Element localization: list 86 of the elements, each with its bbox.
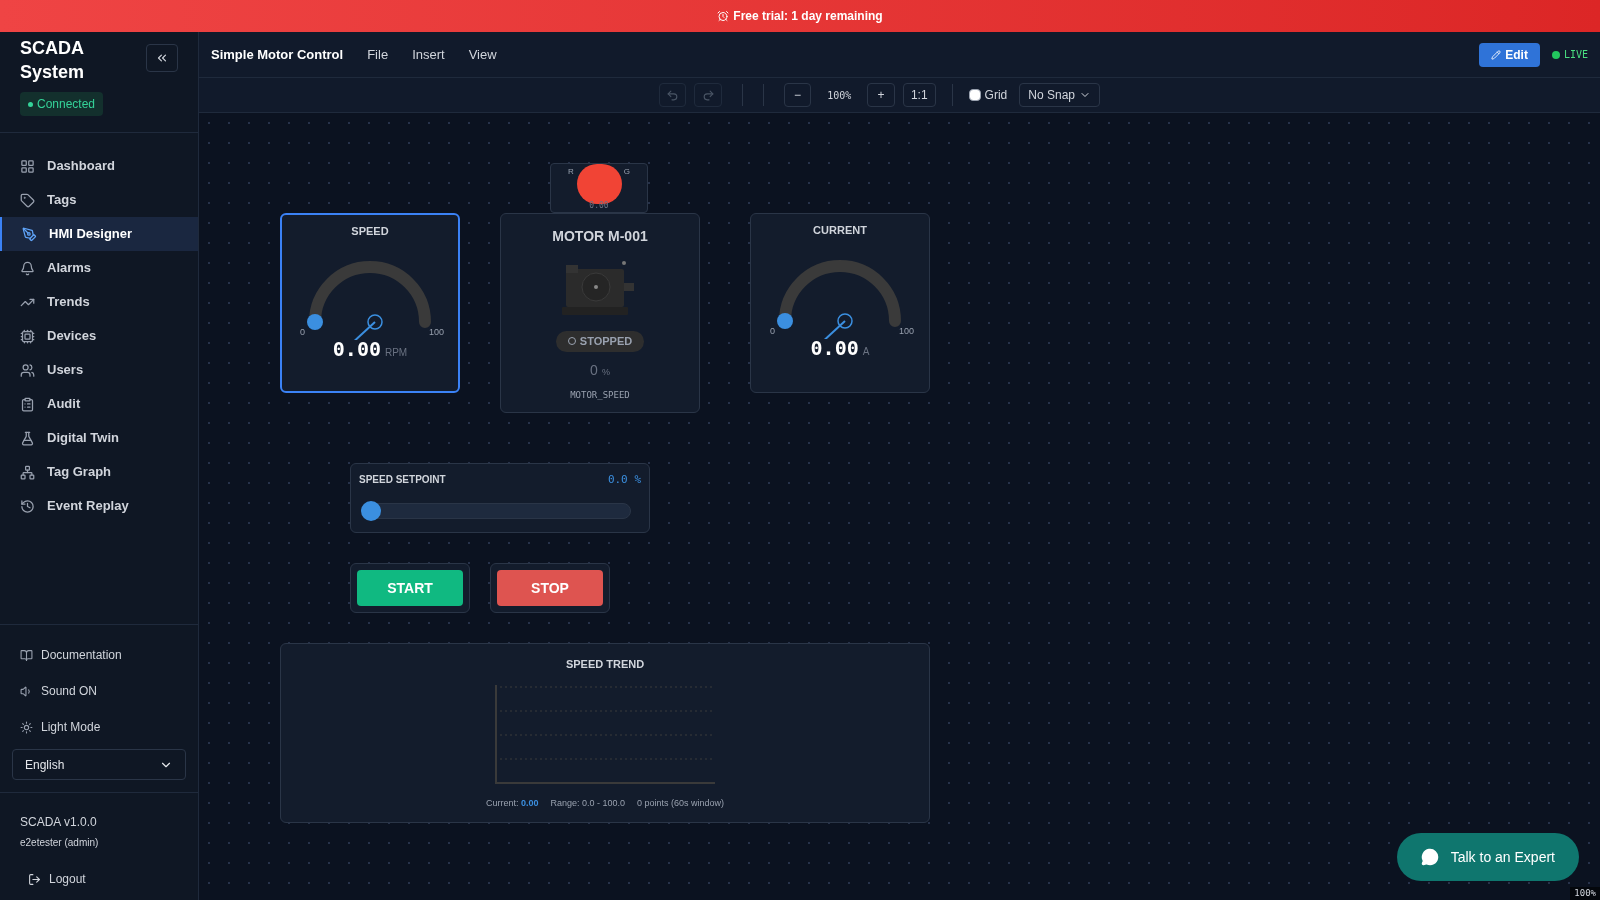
logout-link[interactable]: Logout (28, 870, 178, 888)
edit-button[interactable]: Edit (1479, 42, 1540, 67)
clipboard-icon (20, 396, 35, 412)
pencil-icon (1491, 49, 1502, 60)
alarm-clock-icon (717, 10, 730, 22)
setpoint-widget[interactable]: SPEED SETPOINT 0.0 % (350, 463, 650, 533)
nav-item[interactable]: Event Replay (0, 489, 198, 523)
zoom-badge: 100% (1570, 886, 1600, 900)
nav-item[interactable]: Tags (0, 183, 198, 217)
motor-tag: MOTOR_SPEED (570, 388, 630, 402)
document-title: Simple Motor Control (211, 45, 344, 64)
reset-zoom-button[interactable]: 1:1 (902, 83, 936, 107)
nav-item[interactable]: Dashboard (0, 149, 198, 183)
setpoint-title: SPEED SETPOINT (359, 473, 446, 487)
gauge-title: SPEED (351, 224, 389, 239)
tag-icon (20, 192, 35, 208)
pen-tool-icon (22, 226, 37, 242)
trend-points: 0 points (60s window) (637, 796, 725, 810)
menu-item[interactable]: File (367, 44, 389, 65)
motor-value: 0 (590, 360, 598, 380)
trend-range: Range: 0.0 - 100.0 (550, 796, 626, 810)
trend-widget[interactable]: SPEED TREND Current: 0.00 Range: 0.0 - 100.0 0 points (60s window) (280, 643, 930, 823)
zoom-in-button[interactable]: + (867, 83, 895, 107)
snap-select[interactable]: No Snap (1019, 83, 1100, 107)
collapse-button[interactable] (146, 44, 178, 72)
setpoint-value: 0.0 % (607, 472, 641, 488)
motor-status-badge: STOPPED (555, 331, 645, 352)
gauge-card[interactable]: CURRENT 0 100 0.00 A (750, 213, 930, 393)
chip-icon (20, 328, 35, 344)
chat-button[interactable]: Talk to an Expert (1396, 833, 1579, 881)
menu-item[interactable]: View (468, 44, 497, 65)
app-title: SCADA System (20, 37, 86, 84)
nav-item[interactable]: Devices (0, 319, 198, 353)
gauge-min: 0 (300, 325, 305, 339)
footer-link[interactable]: Sound ON (12, 673, 186, 709)
speaker-icon (20, 684, 33, 698)
user-text: e2etester (admin) (20, 836, 100, 850)
motor-title: MOTOR M-001 (552, 227, 648, 246)
stop-button[interactable]: STOP (497, 570, 603, 606)
redo-icon (701, 88, 715, 102)
sun-icon (20, 720, 33, 734)
gauge-max: 100 (898, 324, 914, 338)
flask-icon (20, 430, 35, 446)
status-text: Connected (37, 96, 96, 112)
nav-item[interactable]: Digital Twin (0, 421, 198, 455)
gauge-unit: RPM (384, 345, 408, 360)
footer-link[interactable]: Light Mode (12, 709, 186, 745)
gauge-max: 100 (428, 325, 444, 339)
nav-item[interactable]: Trends (0, 285, 198, 319)
nav-item[interactable]: HMI Designer (0, 217, 198, 251)
grid-checkbox[interactable]: Grid (968, 86, 1008, 104)
gauge-card[interactable]: SPEED 0 100 0.00 RPM (280, 213, 460, 393)
menu-item[interactable]: Insert (412, 44, 445, 65)
trend-current: Current: 0.00 (485, 796, 539, 810)
nav-item[interactable]: Audit (0, 387, 198, 421)
book-icon (20, 648, 33, 662)
grid-icon (20, 158, 35, 174)
nav-item[interactable]: Alarms (0, 251, 198, 285)
nav-item[interactable]: Tag Graph (0, 455, 198, 489)
language-select[interactable]: English (12, 749, 186, 780)
gauge-value: 0.00 (332, 335, 381, 363)
users-icon (20, 362, 35, 378)
motor-card[interactable]: MOTOR M-001 STOPPED 0 % MOTOR_SPEED (500, 213, 700, 413)
footer-link[interactable]: Documentation (12, 637, 186, 673)
nav-item[interactable]: Users (0, 353, 198, 387)
zoom-out-button[interactable]: − (783, 83, 812, 107)
live-indicator: LIVE (1551, 47, 1588, 62)
gauge-unit: A (862, 344, 870, 359)
chevrons-left-icon (155, 51, 169, 65)
trend-title: SPEED TREND (565, 657, 645, 672)
gauge-title: CURRENT (813, 223, 867, 238)
gauge-value: 0.00 (810, 334, 859, 362)
version-text: SCADA v1.0.0 (20, 814, 98, 831)
motor-unit: % (601, 365, 610, 379)
logout-icon (28, 872, 41, 886)
gauge-min: 0 (770, 324, 775, 338)
indicator-label: R (568, 166, 574, 178)
bell-icon (20, 260, 35, 276)
graph-icon (20, 464, 35, 480)
zoom-level: 100% (826, 88, 853, 103)
history-icon (20, 498, 35, 514)
banner-text: Free trial: 1 day remaining (733, 8, 883, 25)
indicator-label: G (623, 166, 630, 178)
slider-thumb[interactable] (361, 500, 381, 521)
chat-icon (1420, 848, 1439, 866)
undo-icon (666, 88, 680, 102)
